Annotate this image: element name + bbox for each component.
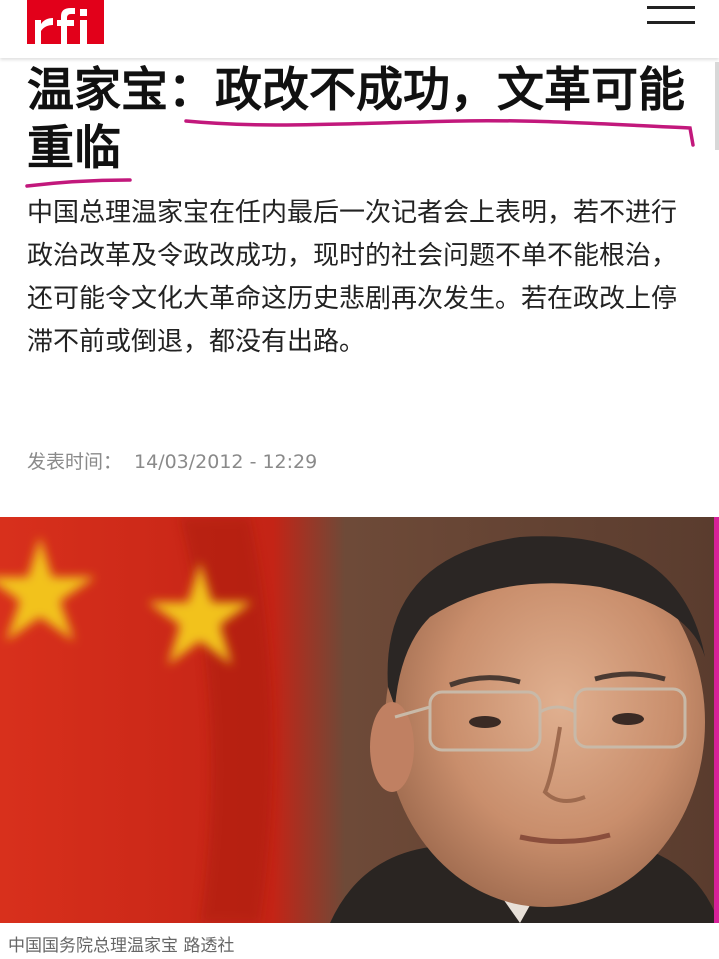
- hamburger-menu-icon[interactable]: [647, 6, 695, 26]
- top-bar: [0, 0, 719, 58]
- portrait-photo: [0, 517, 719, 923]
- article-title: 温家宝：政改不成功，文革可能重临: [27, 63, 685, 176]
- rfi-logo[interactable]: [27, 0, 104, 44]
- image-caption: 中国国务院总理温家宝 路透社: [8, 936, 235, 956]
- publish-info: 发表时间： 14/03/2012 - 12:29: [27, 447, 329, 474]
- article-summary: 中国总理温家宝在任内最后一次记者会上表明，若不进行政治改革及令政改成功，现时的社…: [27, 198, 678, 357]
- publish-time: 14/03/2012 - 12:29: [134, 451, 318, 473]
- scroll-edge: [715, 62, 719, 150]
- rfi-logo-mark: [27, 0, 104, 44]
- publish-label: 发表时间：: [27, 451, 123, 473]
- photo-edge: [714, 517, 719, 923]
- article-photo[interactable]: [0, 517, 719, 923]
